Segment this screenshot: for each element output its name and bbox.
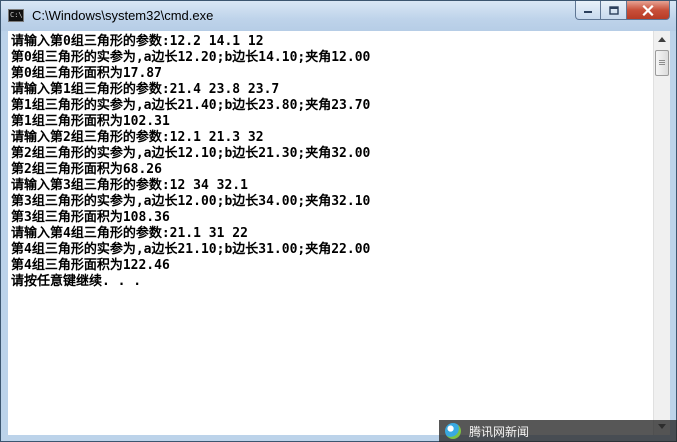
scrollbar-thumb[interactable] <box>655 50 669 76</box>
console-output[interactable]: 请输入第0组三角形的参数:12.2 14.1 12 第0组三角形的实参为,a边长… <box>8 31 653 435</box>
console-line: 请输入第1组三角形的参数:21.4 23.8 23.7 <box>11 82 280 97</box>
watermark-text: 腾讯网新闻 <box>469 424 530 439</box>
maximize-icon <box>608 5 619 15</box>
console-line: 请输入第4组三角形的参数:21.1 31 22 <box>11 226 248 241</box>
cmd-window: C:\ C:\Windows\system32\cmd.exe 请输入第0组三角… <box>0 0 677 442</box>
scroll-up-arrow-icon <box>658 37 666 42</box>
console-line: 第4组三角形的实参为,a边长21.10;b边长31.00;夹角22.00 <box>11 242 371 257</box>
console-lines: 请输入第0组三角形的参数:12.2 14.1 12 第0组三角形的实参为,a边长… <box>8 31 653 290</box>
caption-buttons <box>575 1 670 21</box>
tencent-news-logo-icon <box>445 423 461 439</box>
minimize-icon <box>584 11 592 13</box>
thumb-grip <box>659 60 665 61</box>
vertical-scrollbar[interactable] <box>653 31 670 435</box>
console-line: 第0组三角形的实参为,a边长12.20;b边长14.10;夹角12.00 <box>11 50 371 65</box>
console-line: 请输入第2组三角形的参数:12.1 21.3 32 <box>11 130 264 145</box>
scroll-up-button[interactable] <box>654 31 670 48</box>
console-line: 第3组三角形的实参为,a边长12.00;b边长34.00;夹角32.10 <box>11 194 371 209</box>
title-bar[interactable]: C:\ C:\Windows\system32\cmd.exe <box>1 1 676 31</box>
window-title: C:\Windows\system32\cmd.exe <box>32 8 214 23</box>
console-line: 第1组三角形面积为102.31 <box>11 114 170 129</box>
console-line: 第2组三角形的实参为,a边长12.10;b边长21.30;夹角32.00 <box>11 146 371 161</box>
close-icon <box>642 4 654 16</box>
console-line: 第3组三角形面积为108.36 <box>11 210 170 225</box>
thumb-grip <box>659 62 665 63</box>
console-line: 请输入第0组三角形的参数:12.2 14.1 12 <box>11 34 264 49</box>
console-line: 第4组三角形面积为122.46 <box>11 258 170 273</box>
thumb-grip <box>659 64 665 65</box>
minimize-button[interactable] <box>575 1 601 20</box>
console-line: 请输入第3组三角形的参数:12 34 32.1 <box>11 178 248 193</box>
console-line: 第2组三角形面积为68.26 <box>11 162 162 177</box>
console-line: 第0组三角形面积为17.87 <box>11 66 162 81</box>
console-line: 第1组三角形的实参为,a边长21.40;b边长23.80;夹角23.70 <box>11 98 371 113</box>
news-watermark: 腾讯网新闻 <box>439 420 677 442</box>
cmd-icon[interactable]: C:\ <box>8 9 24 22</box>
console-line: 请按任意键继续. . . <box>11 274 142 289</box>
maximize-button[interactable] <box>601 1 627 20</box>
close-button[interactable] <box>627 1 670 20</box>
